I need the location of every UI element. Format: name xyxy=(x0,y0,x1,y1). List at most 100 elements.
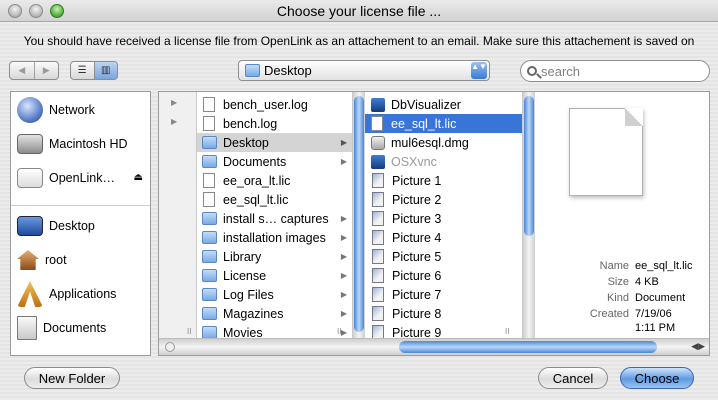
list-item-label: install s… captures xyxy=(223,211,329,226)
list-item[interactable]: bench.log xyxy=(197,114,352,133)
info-value-size: 4 KB xyxy=(635,276,659,288)
sidebar-item-label: Network xyxy=(49,103,95,117)
column-home-scrollbar[interactable] xyxy=(353,92,365,338)
picture-file-icon xyxy=(372,306,384,321)
info-key-created: Created xyxy=(589,308,629,320)
application-icon xyxy=(371,154,385,169)
cancel-button[interactable]: Cancel xyxy=(538,367,608,389)
scroll-arrows-icon[interactable]: ◀▶ xyxy=(691,341,705,352)
column-view-button[interactable]: ▥ xyxy=(94,62,117,79)
list-item-label: mul6esql.dmg xyxy=(391,135,469,150)
list-item[interactable]: Magazines ▶ xyxy=(197,304,352,323)
horizontal-scroll-thumb[interactable] xyxy=(399,341,657,353)
location-popup[interactable]: Desktop ▲▼ xyxy=(238,60,490,81)
document-preview-icon xyxy=(569,108,643,196)
file-preview-pane: Name Size Kind Created ee_sql_lt.lic 4 K… xyxy=(541,92,709,338)
list-item-label: OSXvnc xyxy=(391,154,437,169)
picture-file-icon xyxy=(372,287,384,302)
list-item[interactable]: Log Files ▶ xyxy=(197,285,352,304)
column-browser: ▶ ▶ II bench_user.log bench.log Desktop ▶ Do… xyxy=(158,91,710,356)
list-item[interactable]: Picture 6 xyxy=(365,266,522,285)
disk-image-icon xyxy=(371,135,385,150)
chevron-right-icon: ▶ xyxy=(340,233,347,242)
choose-button[interactable]: Choose xyxy=(620,367,694,389)
list-item-label: Library xyxy=(223,249,262,264)
list-item[interactable]: Movies ▶ xyxy=(197,323,352,338)
list-item[interactable]: DbVisualizer xyxy=(365,95,522,114)
folder-icon xyxy=(202,269,217,282)
list-item-label: ee_sql_lt.lic xyxy=(223,192,289,207)
search-input[interactable]: search xyxy=(520,60,710,82)
scroll-thumb[interactable] xyxy=(354,96,364,332)
location-label: Desktop xyxy=(264,63,312,78)
list-item[interactable]: Picture 3 xyxy=(365,209,522,228)
list-item[interactable]: Documents ▶ xyxy=(197,152,352,171)
info-value-created: 7/19/06 xyxy=(635,308,672,320)
sidebar-item-documents[interactable]: Documents xyxy=(17,314,106,342)
folder-icon xyxy=(202,307,217,320)
desktop-icon xyxy=(17,216,43,236)
list-item[interactable]: Picture 4 xyxy=(365,228,522,247)
chevron-right-icon: ▶ xyxy=(340,214,347,223)
search-placeholder: search xyxy=(541,63,581,79)
sidebar: Network Macintosh HD OpenLink… ⏏ Desktop… xyxy=(10,91,151,356)
list-item[interactable]: install s… captures ▶ xyxy=(197,209,352,228)
info-value-kind: Document xyxy=(635,292,686,304)
column-resize-handle[interactable]: II xyxy=(187,327,191,336)
list-item[interactable]: License ▶ xyxy=(197,266,352,285)
disk-image-icon xyxy=(17,168,43,188)
column-resize-handle[interactable]: II xyxy=(505,327,509,336)
sidebar-item-root[interactable]: root xyxy=(17,246,67,274)
chevron-right-icon: ▶ xyxy=(340,309,347,318)
popup-arrows-icon: ▲▼ xyxy=(471,62,487,79)
list-item[interactable]: Picture 1 xyxy=(365,171,522,190)
list-item[interactable]: OSXvnc xyxy=(365,152,522,171)
list-item-label: Log Files xyxy=(223,287,274,302)
title-bar: Choose your license file ... xyxy=(0,0,718,22)
column-desktop-scrollbar[interactable] xyxy=(523,92,535,338)
list-item[interactable]: installation images ▶ xyxy=(197,228,352,247)
list-item-label: Picture 2 xyxy=(392,192,442,207)
document-icon xyxy=(203,173,215,188)
sidebar-item-openlink[interactable]: OpenLink… ⏏ xyxy=(17,164,149,192)
list-item[interactable]: mul6esql.dmg xyxy=(365,133,522,152)
list-item[interactable]: Picture 9 xyxy=(365,323,522,338)
picture-file-icon xyxy=(372,211,384,226)
network-globe-icon xyxy=(17,97,43,123)
chevron-right-icon: ▶ xyxy=(340,290,347,299)
sidebar-divider xyxy=(11,205,150,206)
list-item[interactable]: ee_sql_lt.lic xyxy=(365,114,522,133)
list-item[interactable]: Picture 7 xyxy=(365,285,522,304)
list-item-label: ee_ora_lt.lic xyxy=(223,173,291,188)
list-item-label: Picture 8 xyxy=(392,306,442,321)
column-resize-handle[interactable]: II xyxy=(337,327,341,336)
sidebar-item-applications[interactable]: Applications xyxy=(17,280,116,308)
scroll-left-cap xyxy=(165,342,175,352)
list-item[interactable]: ee_sql_lt.lic xyxy=(197,190,352,209)
chevron-right-icon: ▶ xyxy=(340,252,347,261)
sidebar-item-network[interactable]: Network xyxy=(17,96,95,124)
folder-icon xyxy=(202,250,217,263)
list-item[interactable]: Desktop ▶ xyxy=(197,133,352,152)
sidebar-item-label: Macintosh HD xyxy=(49,137,128,151)
forward-button[interactable]: ▶ xyxy=(35,62,59,79)
list-item[interactable]: Picture 5 xyxy=(365,247,522,266)
sidebar-item-macintosh-hd[interactable]: Macintosh HD xyxy=(17,130,128,158)
list-item[interactable]: Picture 8 xyxy=(365,304,522,323)
list-item[interactable]: ee_ora_lt.lic xyxy=(197,171,352,190)
instruction-message: You should have received a license file … xyxy=(23,34,695,48)
back-button[interactable]: ◀ xyxy=(10,62,35,79)
sidebar-item-desktop[interactable]: Desktop xyxy=(17,212,95,240)
horizontal-scrollbar[interactable]: ◀▶ xyxy=(159,338,709,355)
new-folder-button[interactable]: New Folder xyxy=(24,367,120,389)
history-nav: ◀ ▶ xyxy=(9,61,59,80)
list-item-label: Magazines xyxy=(223,306,284,321)
list-item[interactable]: bench_user.log xyxy=(197,95,352,114)
eject-icon[interactable]: ⏏ xyxy=(134,172,143,183)
list-item[interactable]: Library ▶ xyxy=(197,247,352,266)
list-view-button[interactable]: ☰ xyxy=(71,62,95,79)
list-item[interactable]: Picture 2 xyxy=(365,190,522,209)
list-item-label: installation images xyxy=(223,230,326,245)
list-item-label: Picture 6 xyxy=(392,268,442,283)
scroll-thumb[interactable] xyxy=(524,96,534,236)
